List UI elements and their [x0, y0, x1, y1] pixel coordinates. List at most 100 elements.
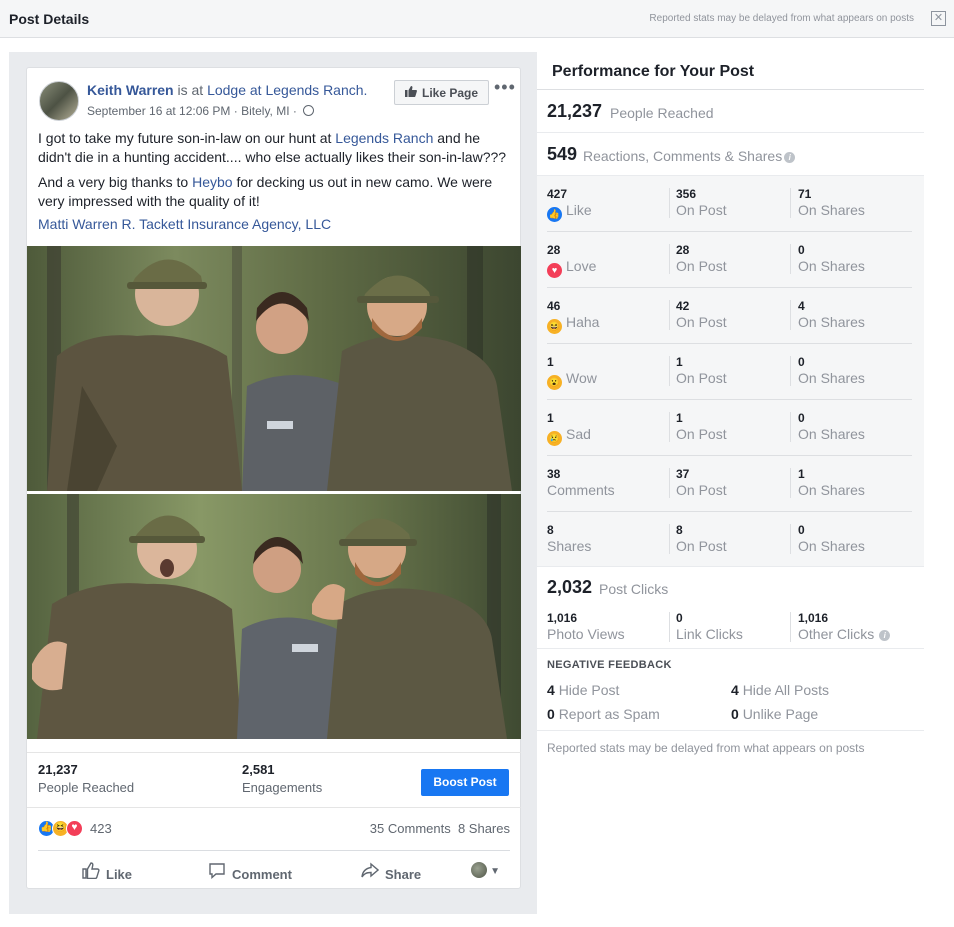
photo-views: 1,016 Photo Views: [547, 611, 625, 642]
reached-num: 21,237: [547, 101, 603, 121]
legends-ranch-link[interactable]: Legends Ranch: [335, 130, 433, 146]
rac-label: Reactions, Comments & Shares: [583, 148, 783, 164]
hide-all-posts-stat: 4 Hide All Posts: [731, 682, 829, 698]
comments-count[interactable]: 35 Comments: [370, 821, 451, 836]
on-post-num: 42: [676, 299, 690, 313]
shares-count[interactable]: 8 Shares: [458, 821, 510, 836]
on-post-label: On Post: [676, 370, 727, 386]
on-shares-label: On Shares: [798, 426, 865, 442]
tag-matti-warren[interactable]: Matti Warren: [38, 216, 118, 232]
people-reached-num: 21,237: [38, 762, 78, 777]
hide-post-label: Hide Post: [558, 682, 620, 698]
audience-selector[interactable]: ▼: [471, 862, 500, 878]
divider: [669, 412, 670, 442]
breakdown-total: 38 Comments: [547, 467, 615, 498]
divider: [669, 300, 670, 330]
unlike-num: 0: [731, 706, 739, 722]
post-details-header: Post Details Reported stats may be delay…: [0, 0, 954, 38]
negative-feedback-title: NEGATIVE FEEDBACK: [547, 659, 672, 671]
haha-reaction-icon: 😆: [547, 319, 562, 334]
on-shares-num: 1: [798, 467, 805, 481]
on-shares-label: On Shares: [798, 258, 865, 274]
performance-title: Performance for Your Post: [552, 63, 755, 80]
total-num: 1: [547, 355, 554, 369]
post-photo-2[interactable]: [27, 494, 521, 739]
breakdown-on-post: 1 On Post: [676, 411, 727, 442]
post-photo-1[interactable]: [27, 246, 521, 491]
divider: [669, 468, 670, 498]
breakdown-row-sad: 1 😢 Sad 1 On Post 0 On Shares: [537, 400, 924, 456]
comment-button[interactable]: Comment: [208, 862, 292, 883]
breakdown-on-shares: 1 On Shares: [798, 467, 865, 498]
boost-post-button[interactable]: Boost Post: [421, 769, 509, 796]
breakdown-on-post: 37 On Post: [676, 467, 727, 498]
post-preview-panel: Keith Warren is at Lodge at Legends Ranc…: [9, 52, 537, 914]
row-label: Comments: [547, 482, 615, 498]
rac-label-wrap: Reactions, Comments & Shares i: [583, 148, 796, 164]
unlike-label: Unlike Page: [742, 706, 819, 722]
on-post-label: On Post: [676, 314, 727, 330]
rac-num: 549: [547, 144, 578, 164]
on-shares-num: 0: [798, 355, 805, 369]
link-clicks: 0 Link Clicks: [676, 611, 743, 642]
post-place[interactable]: Bitely, MI: [241, 104, 289, 118]
divider: [790, 468, 791, 498]
post-stats-bar: 21,237 People Reached 2,581 Engagements …: [27, 752, 521, 808]
on-shares-num: 0: [798, 411, 805, 425]
close-icon[interactable]: ✕: [931, 11, 946, 26]
breakdown-on-post: 42 On Post: [676, 299, 727, 330]
author-name[interactable]: Keith Warren: [87, 82, 174, 98]
breakdown-row-wow: 1 😮 Wow 1 On Post 0 On Shares: [537, 344, 924, 400]
love-reaction-icon: ♥: [66, 820, 83, 837]
on-shares-num: 0: [798, 243, 805, 257]
share-icon: [361, 862, 380, 883]
divider: [790, 300, 791, 330]
delay-footnote: Reported stats may be delayed from what …: [547, 741, 865, 755]
total-label: 😮 Wow: [547, 370, 597, 390]
hide-all-label: Hide All Posts: [742, 682, 830, 698]
total-label: 👍 Like: [547, 202, 592, 222]
heybo-link[interactable]: Heybo: [192, 174, 232, 190]
like-page-label: Like Page: [422, 86, 479, 100]
total-label: 😆 Haha: [547, 314, 599, 334]
total-label: 😢 Sad: [547, 426, 591, 446]
breakdown-on-shares: 0 On Shares: [798, 523, 865, 554]
breakdown-on-shares: 71 On Shares: [798, 187, 865, 218]
thumbs-up-icon: [405, 86, 417, 100]
thumbs-up-icon: [82, 862, 100, 883]
is-at-text: is at: [177, 82, 204, 98]
post-date[interactable]: September 16 at 12:06 PM: [87, 104, 230, 118]
breakdown-row-comments: 38 Comments 37 On Post 1 On Shares: [537, 456, 924, 512]
shirt-logo-2: [292, 644, 318, 652]
post-paragraph-2: And a very big thanks to Heybo for decki…: [38, 173, 514, 211]
report-spam-stat: 0 Report as Spam: [547, 706, 660, 722]
more-icon[interactable]: •••: [494, 78, 516, 96]
clicks-num: 2,032: [547, 577, 593, 597]
breakdown-on-shares: 0 On Shares: [798, 355, 865, 386]
on-post-label: On Post: [676, 538, 727, 554]
post-action-bar: Like Comment Share ▼: [38, 850, 510, 886]
total-num: 46: [547, 299, 561, 313]
breakdown-total: 28 ♥ Love: [547, 243, 596, 278]
info-icon[interactable]: i: [879, 630, 891, 641]
globe-icon: [303, 105, 315, 116]
breakdown-on-post: 1 On Post: [676, 355, 727, 386]
reaction-count[interactable]: 423: [90, 821, 112, 836]
on-shares-num: 0: [798, 523, 805, 537]
like-page-button[interactable]: Like Page: [394, 80, 489, 105]
engagements-label: Engagements: [242, 780, 323, 795]
tag-tackett-insurance[interactable]: R. Tackett Insurance Agency, LLC: [122, 216, 332, 232]
other-clicks-num: 1,016: [798, 611, 829, 625]
on-post-num: 28: [676, 243, 690, 257]
on-post-num: 8: [676, 523, 683, 537]
location-link[interactable]: Lodge at Legends Ranch.: [207, 82, 367, 98]
like-button[interactable]: Like: [82, 862, 132, 883]
author-avatar[interactable]: [39, 81, 79, 121]
unlike-page-stat: 0 Unlike Page: [731, 706, 818, 722]
divider: [669, 612, 670, 642]
breakdown-row-shares: 8 Shares 8 On Post 0 On Shares: [537, 512, 924, 568]
info-icon[interactable]: i: [784, 152, 796, 163]
breakdown-total: 427 👍 Like: [547, 187, 592, 222]
divider: [537, 730, 924, 731]
share-button[interactable]: Share: [361, 862, 421, 883]
